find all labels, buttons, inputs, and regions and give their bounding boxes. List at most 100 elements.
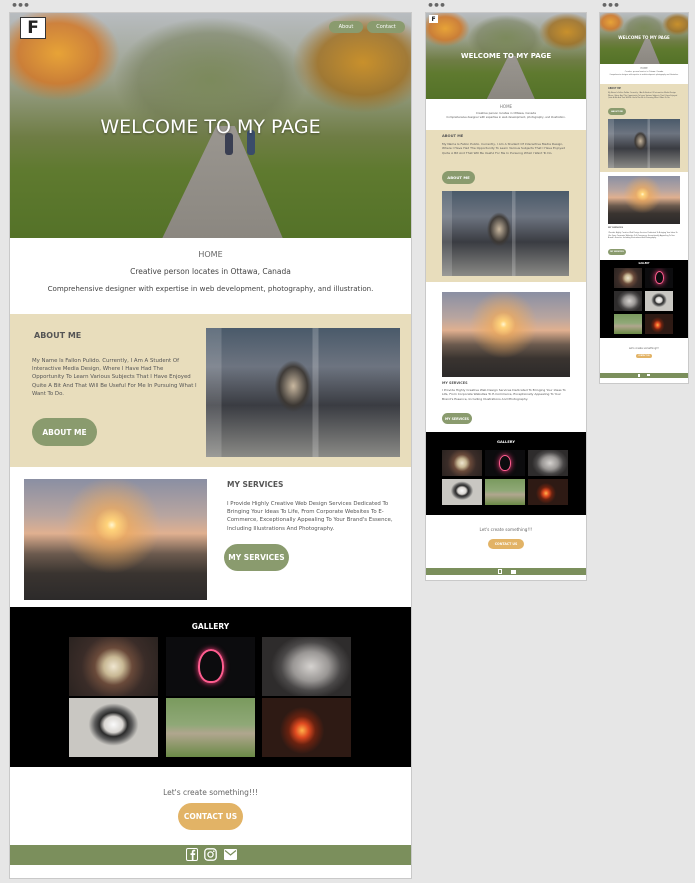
about-me-label: ABOUT ME [42, 427, 87, 437]
tablet-footer [426, 568, 586, 575]
nav-contact-label: Contact [376, 24, 396, 30]
services-heading: MY SERVICES [227, 480, 284, 489]
tablet-gallery-image[interactable] [442, 479, 482, 505]
mobile-gallery-image[interactable] [614, 291, 642, 311]
mobile-about-heading: ABOUT ME [608, 87, 621, 90]
mobile-services-label: MY SERVICES [610, 251, 624, 253]
frame-handle-tablet[interactable]: ••• [427, 0, 446, 11]
home-label: HOME [198, 250, 223, 259]
gallery-image-glass[interactable] [262, 698, 351, 757]
mobile-home-line2: Comprehensive designer with expertise in… [609, 75, 679, 76]
tablet-contact-button[interactable]: CONTACT US [488, 539, 524, 549]
hero-path [162, 125, 283, 238]
mobile-hero-title: WELCOME TO MY PAGE [618, 35, 670, 40]
mobile-gallery-image[interactable] [614, 268, 642, 288]
mobile-about: ABOUT ME My Name Is Fallon Pulido. Curre… [600, 84, 688, 172]
mobile-facebook-icon[interactable] [638, 374, 640, 377]
tablet-gallery-image[interactable] [442, 450, 482, 476]
tablet-gallery-image[interactable] [485, 450, 525, 476]
site-logo[interactable]: F [20, 17, 46, 39]
tablet-services-label: MY SERVICES [445, 416, 469, 421]
mobile-frame: WELCOME TO MY PAGE HOME Creative person … [600, 13, 688, 383]
tablet-contact-label: CONTACT US [494, 542, 518, 546]
hero-section: F About Contact WELCOME TO MY PAGE [10, 13, 411, 238]
mobile-gallery-heading: GALLERY [638, 262, 650, 265]
tablet-about-heading: ABOUT ME [442, 134, 464, 138]
instagram-icon[interactable] [204, 848, 217, 861]
about-photo [206, 328, 400, 457]
about-me-button[interactable]: ABOUT ME [32, 418, 97, 446]
mobile-home: HOME Creative person locates in Ottawa, … [600, 64, 688, 84]
tablet-gallery-heading: GALLERY [497, 440, 515, 444]
nav-about-button[interactable]: About [329, 21, 363, 33]
my-services-label: MY SERVICES [228, 553, 285, 562]
frame-handle-mobile[interactable]: ••• [601, 0, 620, 11]
gallery-image-husky[interactable] [166, 698, 255, 757]
tablet-contact-tagline: Let's create something!!! [479, 527, 533, 532]
gallery-image-neon-heart[interactable] [166, 637, 255, 696]
footer [10, 845, 411, 865]
tablet-gallery-image[interactable] [528, 479, 568, 505]
tablet-home: HOME Creative person locates in Ottawa, … [426, 99, 586, 130]
nav-about-label: About [338, 24, 354, 30]
nav-contact-button[interactable]: Contact [367, 21, 405, 33]
mobile-about-button[interactable]: ABOUT ME [608, 108, 626, 115]
mail-icon[interactable] [224, 849, 237, 860]
tablet-services: MY SERVICES I Provide Highly Creative We… [426, 282, 586, 432]
home-line2: Comprehensive designer with expertise in… [47, 284, 374, 293]
tablet-logo-letter: F [431, 15, 436, 23]
mobile-about-label: ABOUT ME [611, 110, 623, 113]
tablet-services-button[interactable]: MY SERVICES [442, 413, 472, 424]
mobile-hero: WELCOME TO MY PAGE [600, 13, 688, 64]
tablet-gallery-image[interactable] [528, 450, 568, 476]
tablet-contact: Let's create something!!! CONTACT US [426, 515, 586, 568]
home-line1: Creative person locates in Ottawa, Canad… [130, 267, 291, 276]
about-heading: ABOUT ME [34, 331, 82, 340]
mobile-contact-tagline: Let's create something!!! [628, 347, 660, 350]
gallery-image-child[interactable] [262, 637, 351, 696]
tablet-logo[interactable]: F [429, 15, 438, 23]
gallery-image-flower[interactable] [69, 637, 158, 696]
tablet-gallery-image[interactable] [485, 479, 525, 505]
tablet-frame: F WELCOME TO MY PAGE HOME Creative perso… [426, 13, 586, 580]
services-section: MY SERVICES I Provide Highly Creative We… [10, 467, 411, 607]
about-section: ABOUT ME My Name Is Fallon Pulido. Curre… [10, 314, 411, 467]
tablet-services-body: I Provide Highly Creative Web Design Ser… [442, 388, 566, 401]
gallery-image-dog[interactable] [69, 698, 158, 757]
logo-letter: F [27, 18, 39, 38]
contact-section: Let's create something!!! CONTACT US [10, 767, 411, 845]
mobile-mail-icon[interactable] [647, 374, 650, 376]
mobile-gallery-image[interactable] [614, 314, 642, 334]
frame-handle-desktop[interactable]: ••• [11, 0, 30, 11]
gallery-section: GALLERY [10, 607, 411, 767]
mobile-home-label: HOME [640, 67, 648, 70]
mobile-home-line1: Creative person locates in Ottawa, Canad… [624, 71, 664, 73]
mobile-services: MY SERVICES I Provide Highly Creative We… [600, 172, 688, 260]
mobile-contact-label: CONTACT US [638, 355, 650, 357]
mobile-services-photo [608, 176, 680, 224]
tablet-services-heading: MY SERVICES [442, 381, 468, 385]
mobile-contact: Let's create something!!! CONTACT US [600, 338, 688, 373]
tablet-about-body: My Name Is Fallon Pulido. Currently, I A… [442, 142, 565, 155]
mobile-gallery-image[interactable] [645, 268, 673, 288]
mobile-contact-button[interactable]: CONTACT US [636, 354, 652, 358]
facebook-icon[interactable] [186, 848, 198, 861]
mobile-services-heading: MY SERVICES [608, 227, 624, 229]
tablet-home-line1: Creative person locates in Ottawa, Canad… [476, 111, 536, 115]
home-section: HOME Creative person locates in Ottawa, … [10, 238, 411, 314]
tablet-about-label: ABOUT ME [447, 175, 470, 180]
contact-us-button[interactable]: CONTACT US [178, 803, 243, 830]
gallery-heading: GALLERY [191, 622, 230, 631]
tablet-hero: F WELCOME TO MY PAGE [426, 13, 586, 99]
services-body: I Provide Highly Creative Web Design Ser… [227, 501, 393, 532]
mobile-gallery-image[interactable] [645, 291, 673, 311]
tablet-home-line2: Comprehensive designer with expertise in… [446, 116, 566, 119]
mobile-gallery-image[interactable] [645, 314, 673, 334]
tablet-mail-icon[interactable] [511, 570, 516, 574]
tablet-facebook-icon[interactable] [498, 569, 502, 574]
hero-title: WELCOME TO MY PAGE [100, 116, 321, 138]
tablet-about-button[interactable]: ABOUT ME [442, 171, 475, 184]
mobile-about-photo [608, 119, 680, 168]
my-services-button[interactable]: MY SERVICES [224, 544, 289, 571]
mobile-services-button[interactable]: MY SERVICES [608, 249, 626, 255]
